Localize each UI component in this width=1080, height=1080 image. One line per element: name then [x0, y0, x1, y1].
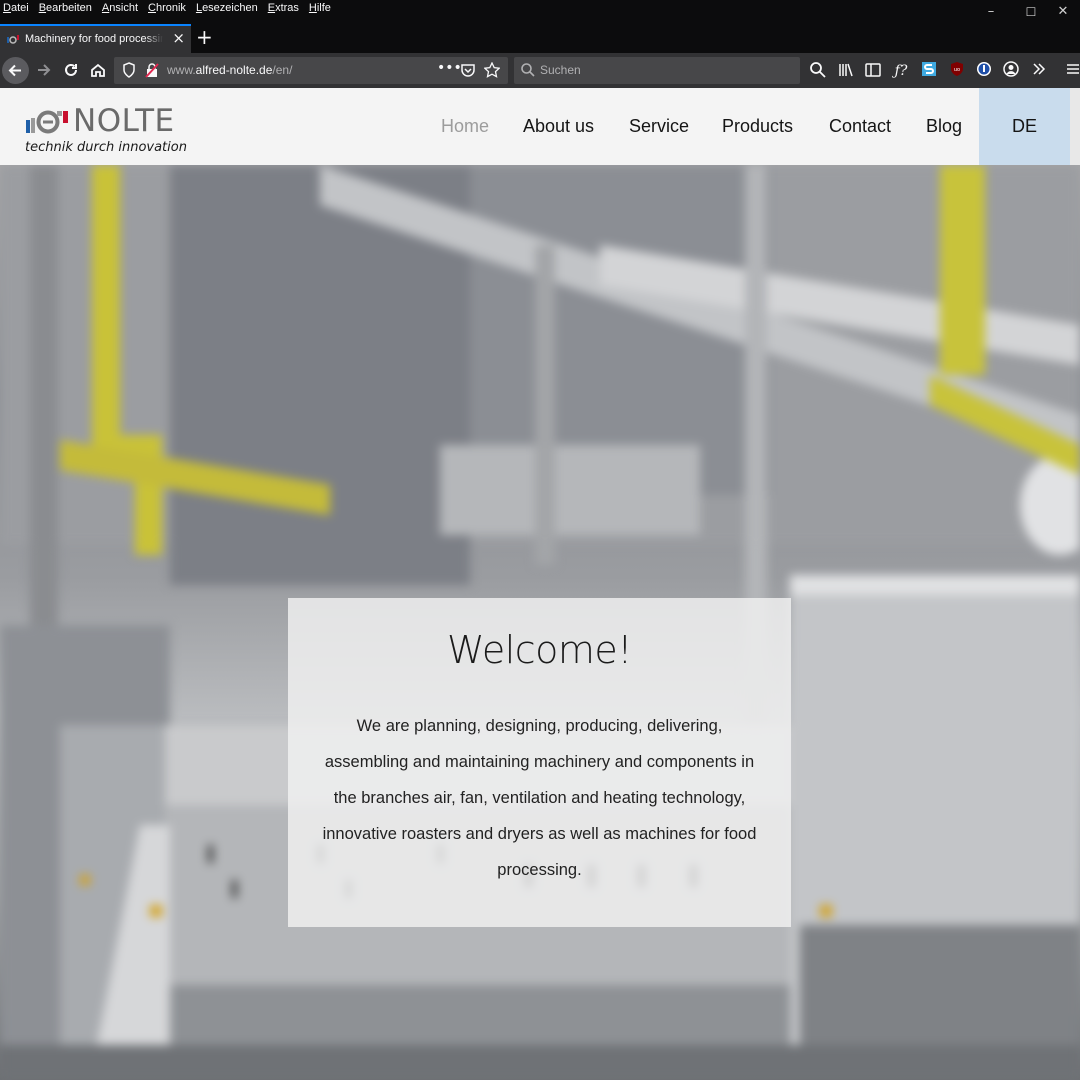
nolte-logo-mark-icon	[26, 110, 68, 134]
webpage: NOLTE technik durch innovation Home Abou…	[0, 88, 1080, 1080]
nav-about-us[interactable]: About us	[523, 116, 594, 137]
logo-word: NOLTE	[73, 103, 175, 139]
logo-tagline: technik durch innovation	[25, 140, 187, 155]
nav-toolbar: www.alfred-nolte.de/en/ ••• Suchen ƒ? uo	[0, 53, 1080, 88]
reload-icon[interactable]	[58, 57, 84, 83]
nav-products[interactable]: Products	[722, 116, 793, 137]
url-path: /en/	[272, 63, 293, 77]
search-icon	[520, 61, 536, 83]
search-icon[interactable]	[808, 61, 828, 81]
tab-title: Machinery for food processing	[25, 33, 163, 45]
scrollbar[interactable]	[1070, 88, 1080, 165]
svg-text:uo: uo	[954, 67, 960, 73]
url-text: www.alfred-nolte.de/en/	[167, 63, 292, 77]
font-finder-icon[interactable]: ƒ?	[891, 61, 911, 81]
account-icon[interactable]	[1001, 61, 1021, 81]
nolte-logo[interactable]: NOLTE technik durch innovation	[25, 103, 195, 158]
nav-home[interactable]: Home	[441, 116, 489, 137]
menu-tools[interactable]: Extras	[268, 2, 299, 14]
menu-edit[interactable]: Bearbeiten	[39, 2, 92, 14]
shield-icon[interactable]	[122, 62, 136, 81]
language-switch-button[interactable]: DE	[979, 88, 1070, 165]
overflow-chevron-icon[interactable]	[1029, 61, 1049, 81]
tab-close-icon[interactable]: ×	[172, 29, 185, 47]
menu-bar: Datei Bearbeiten Ansicht Chronik Lesezei…	[0, 0, 1080, 20]
tab-active[interactable]: Machinery for food processing ×	[0, 24, 191, 53]
welcome-text: We are planning, designing, producing, d…	[322, 717, 757, 879]
welcome-title: Welcome!	[446, 628, 633, 672]
extension-s-icon[interactable]	[919, 61, 939, 81]
hero-image: Welcome! We are planning, designing, pro…	[0, 165, 1080, 1080]
menu-help[interactable]: Hilfe	[309, 2, 331, 14]
pocket-icon[interactable]	[460, 62, 476, 81]
menu-bookmarks[interactable]: Lesezeichen	[196, 2, 258, 14]
bookmark-star-icon[interactable]	[483, 61, 501, 81]
forward-arrow-icon[interactable]	[31, 57, 57, 83]
nav-contact[interactable]: Contact	[829, 116, 891, 137]
library-icon[interactable]	[836, 61, 856, 81]
url-host: alfred-nolte.de	[195, 63, 273, 77]
url-prefix: www.	[167, 63, 196, 77]
search-placeholder: Suchen	[540, 63, 581, 77]
sidebar-icon[interactable]	[863, 61, 883, 81]
home-icon[interactable]	[85, 57, 111, 83]
back-arrow-icon[interactable]	[2, 57, 29, 84]
ublock-origin-icon[interactable]: uo	[947, 61, 967, 81]
menu-history[interactable]: Chronik	[148, 2, 186, 14]
language-label: DE	[1011, 116, 1037, 136]
welcome-box: Welcome! We are planning, designing, pro…	[288, 598, 791, 927]
new-tab-icon[interactable]: +	[196, 25, 213, 49]
search-bar[interactable]: Suchen	[514, 57, 800, 84]
menu-file[interactable]: Datei	[3, 2, 29, 14]
site-favicon-icon	[7, 35, 19, 44]
nav-service[interactable]: Service	[629, 116, 689, 137]
page-actions-icon[interactable]: •••	[437, 60, 462, 76]
tab-bar: Machinery for food processing × +	[0, 20, 1080, 53]
menu-view[interactable]: Ansicht	[102, 2, 138, 14]
insecure-lock-icon[interactable]	[145, 62, 159, 81]
site-header: NOLTE technik durch innovation Home Abou…	[0, 88, 1070, 165]
url-bar[interactable]: www.alfred-nolte.de/en/ •••	[114, 57, 508, 84]
nav-blog[interactable]: Blog	[926, 116, 962, 137]
hamburger-menu-icon[interactable]	[1063, 61, 1080, 81]
password-manager-icon[interactable]	[974, 61, 994, 81]
